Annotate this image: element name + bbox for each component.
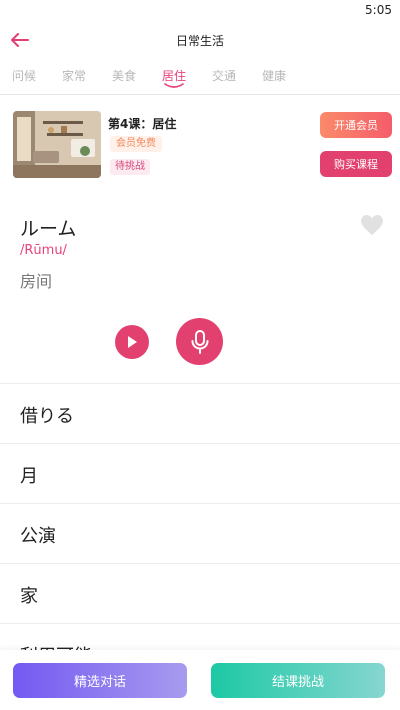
final-challenge-button[interactable]: 结课挑战 [211,663,385,698]
page-title: 日常生活 [175,34,224,48]
list-item-word: 家 [20,586,38,607]
category-tabs: 问候 家常 美食 居住 交通 健康 [0,64,400,94]
favorite-button[interactable] [360,214,384,236]
play-icon [128,336,137,348]
member-free-badge: 会员免费 [110,136,162,152]
tabs-divider [0,94,400,95]
tab-household[interactable]: 家常 [62,67,86,84]
microphone-icon [191,329,208,354]
status-bar: 5:05 [0,0,400,22]
current-word-meaning: 房间 [20,272,53,291]
tab-health[interactable]: 健康 [262,67,286,84]
current-word-romaji: /Rūmu/ [20,243,67,258]
pending-challenge-badge: 待挑战 [110,159,150,175]
list-item[interactable]: 家 [0,563,400,623]
status-time: 5:05 [365,3,392,17]
word-list: 借りる 月 公演 家 利用可能 [0,383,400,683]
bottom-action-bar: 精选对话 结课挑战 [0,650,400,710]
tab-food[interactable]: 美食 [112,67,136,84]
list-item[interactable]: 月 [0,443,400,503]
list-item-word: 借りる [20,406,74,427]
active-tab-indicator [164,83,184,88]
tab-living[interactable]: 居住 [162,67,186,84]
tab-greeting[interactable]: 问候 [12,67,36,84]
lesson-thumbnail [13,111,101,178]
list-item-word: 公演 [20,526,56,547]
list-item-word: 月 [20,466,38,487]
lesson-title: 第4课：居住 [108,117,177,131]
list-item[interactable]: 借りる [0,383,400,443]
open-membership-button[interactable]: 开通会员 [320,112,392,138]
featured-dialogue-button[interactable]: 精选对话 [13,663,187,698]
tab-transport[interactable]: 交通 [212,67,236,84]
heart-icon [361,215,383,235]
header: 日常生活 [0,22,400,58]
buy-course-button[interactable]: 购买课程 [320,151,392,177]
current-word: ルーム [20,218,77,240]
record-voice-button[interactable] [176,318,223,365]
play-audio-button[interactable] [115,325,149,359]
list-item[interactable]: 公演 [0,503,400,563]
